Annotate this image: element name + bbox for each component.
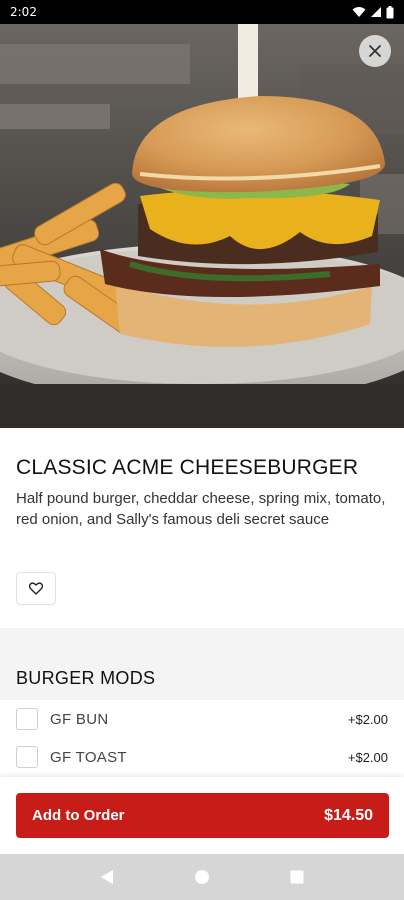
mods-list: GF BUN +$2.00 GF TOAST +$2.00 — [0, 700, 404, 776]
mod-checkbox[interactable] — [16, 746, 38, 768]
nav-back-button[interactable] — [87, 857, 127, 897]
close-icon — [369, 45, 381, 57]
add-to-order-button[interactable]: Add to Order $14.50 — [16, 793, 389, 838]
mod-checkbox[interactable] — [16, 708, 38, 730]
heart-outline-icon — [29, 582, 43, 595]
battery-icon — [386, 5, 394, 18]
mod-label: GF TOAST — [50, 748, 127, 766]
nav-home-button[interactable] — [182, 857, 222, 897]
close-button[interactable] — [359, 35, 391, 67]
item-details: CLASSIC ACME CHEESEBURGER Half pound bur… — [0, 428, 404, 628]
order-bar: Add to Order $14.50 — [0, 777, 404, 854]
favorite-button[interactable] — [16, 572, 56, 605]
item-description: Half pound burger, cheddar cheese, sprin… — [16, 490, 386, 528]
mods-section-header: BURGER MODS — [0, 628, 404, 700]
mod-price: +$2.00 — [347, 749, 388, 765]
nav-back-icon — [101, 870, 114, 884]
wifi-icon — [352, 7, 366, 17]
system-nav-bar — [0, 854, 404, 900]
mod-label: GF BUN — [50, 710, 109, 728]
signal-icon — [371, 7, 381, 17]
nav-home-icon — [194, 870, 209, 884]
item-photo — [0, 24, 404, 428]
mod-row-gf-toast[interactable]: GF TOAST +$2.00 — [0, 738, 404, 776]
status-icons — [352, 5, 394, 19]
item-title: CLASSIC ACME CHEESEBURGER — [16, 456, 359, 479]
section-title: BURGER MODS — [16, 668, 156, 688]
status-bar: 2:02 — [0, 0, 404, 24]
status-time: 2:02 — [10, 5, 37, 19]
mod-price: +$2.00 — [347, 711, 388, 727]
mod-row-gf-bun[interactable]: GF BUN +$2.00 — [0, 700, 404, 738]
nav-recents-button[interactable] — [277, 857, 317, 897]
order-total: $14.50 — [324, 806, 373, 824]
nav-recents-icon — [290, 870, 304, 884]
add-to-order-label: Add to Order — [32, 807, 125, 824]
